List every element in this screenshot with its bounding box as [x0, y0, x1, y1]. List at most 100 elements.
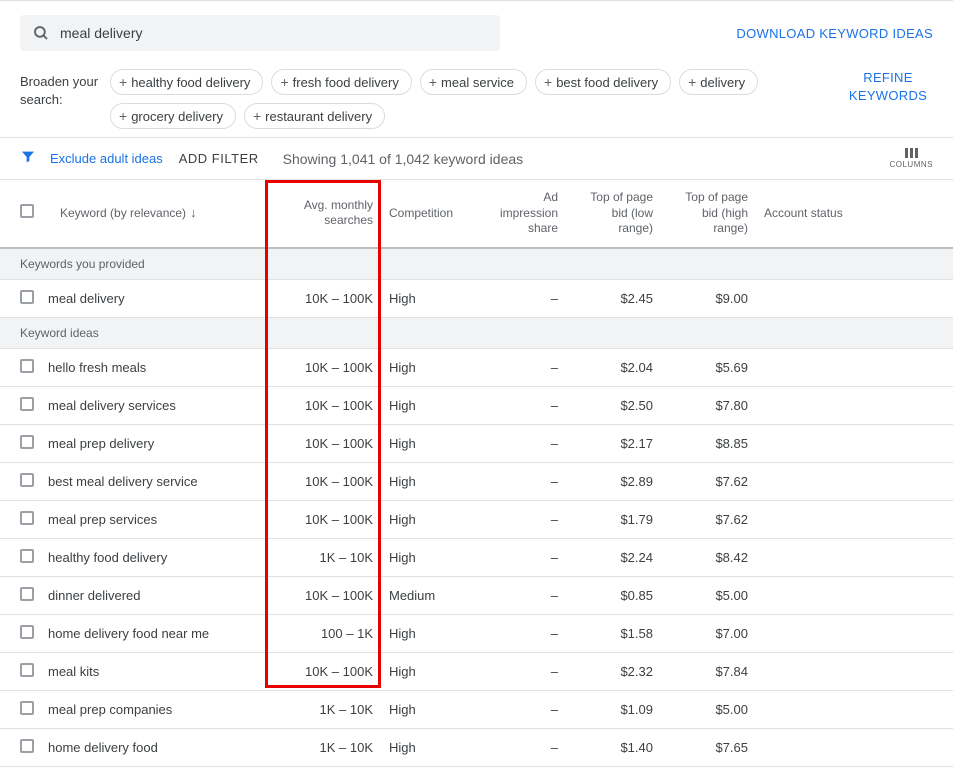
keyword-cell[interactable]: meal delivery services [40, 386, 265, 424]
row-checkbox[interactable] [0, 576, 40, 614]
broaden-chip[interactable]: +healthy food delivery [110, 69, 263, 95]
low-bid-cell: $0.85 [566, 576, 661, 614]
col-ad-impression[interactable]: Ad impression share [476, 180, 566, 248]
account-status-cell [756, 614, 953, 652]
competition-cell: High [381, 728, 476, 766]
high-bid-cell: $7.80 [661, 386, 756, 424]
competition-cell: High [381, 652, 476, 690]
row-checkbox[interactable] [0, 500, 40, 538]
row-checkbox[interactable] [0, 690, 40, 728]
row-checkbox[interactable] [0, 279, 40, 317]
row-checkbox[interactable] [0, 538, 40, 576]
table-row: meal prep delivery10K – 100KHigh–$2.17$8… [0, 424, 953, 462]
avg-searches-cell: 10K – 100K [265, 424, 381, 462]
low-bid-cell: $2.45 [566, 279, 661, 317]
broaden-chip[interactable]: +restaurant delivery [244, 103, 385, 129]
table-row: dinner delivered10K – 100KMedium–$0.85$5… [0, 576, 953, 614]
row-checkbox[interactable] [0, 652, 40, 690]
keyword-cell[interactable]: healthy food delivery [40, 538, 265, 576]
row-checkbox[interactable] [0, 614, 40, 652]
col-competition[interactable]: Competition [381, 180, 476, 248]
refine-keywords-button[interactable]: REFINE KEYWORDS [843, 69, 933, 105]
account-status-cell [756, 728, 953, 766]
columns-button[interactable]: COLUMNS [889, 148, 933, 169]
high-bid-cell: $7.00 [661, 614, 756, 652]
keyword-cell[interactable]: meal kits [40, 652, 265, 690]
ad-impression-cell: – [476, 652, 566, 690]
row-checkbox[interactable] [0, 462, 40, 500]
keyword-cell[interactable]: best meal delivery service [40, 462, 265, 500]
table-header-row: Keyword (by relevance)↓ Avg. monthly sea… [0, 180, 953, 248]
low-bid-cell: $2.50 [566, 386, 661, 424]
keyword-cell[interactable]: meal prep companies [40, 690, 265, 728]
filter-icon[interactable] [20, 149, 36, 168]
high-bid-cell: $7.65 [661, 728, 756, 766]
ad-impression-cell: – [476, 348, 566, 386]
header-section: meal delivery DOWNLOAD KEYWORD IDEAS Bro… [0, 0, 953, 138]
account-status-cell [756, 424, 953, 462]
table-row: hello fresh meals10K – 100KHigh–$2.04$5.… [0, 348, 953, 386]
keyword-cell[interactable]: meal delivery [40, 279, 265, 317]
broaden-chip[interactable]: +meal service [420, 69, 527, 95]
broaden-search-label: Broaden your search: [20, 69, 110, 109]
keyword-cell[interactable]: meal prep services [40, 500, 265, 538]
high-bid-cell: $5.00 [661, 690, 756, 728]
col-keyword[interactable]: Keyword (by relevance)↓ [40, 180, 265, 248]
row-checkbox[interactable] [0, 386, 40, 424]
download-keyword-ideas-button[interactable]: DOWNLOAD KEYWORD IDEAS [736, 26, 933, 41]
broaden-chip[interactable]: +fresh food delivery [271, 69, 411, 95]
account-status-cell [756, 690, 953, 728]
low-bid-cell: $1.09 [566, 690, 661, 728]
competition-cell: High [381, 279, 476, 317]
plus-icon: + [253, 108, 261, 124]
search-input[interactable]: meal delivery [20, 15, 500, 51]
plus-icon: + [688, 74, 696, 90]
keyword-cell[interactable]: home delivery food [40, 728, 265, 766]
row-checkbox[interactable] [0, 728, 40, 766]
low-bid-cell: $2.32 [566, 652, 661, 690]
ad-impression-cell: – [476, 690, 566, 728]
account-status-cell [756, 279, 953, 317]
keyword-cell[interactable]: hello fresh meals [40, 348, 265, 386]
col-account-status[interactable]: Account status [756, 180, 953, 248]
account-status-cell [756, 538, 953, 576]
add-filter-button[interactable]: ADD FILTER [179, 151, 259, 166]
exclude-adult-ideas-link[interactable]: Exclude adult ideas [50, 151, 163, 166]
table-row: meal delivery10K – 100KHigh–$2.45$9.00 [0, 279, 953, 317]
table-row: healthy food delivery1K – 10KHigh–$2.24$… [0, 538, 953, 576]
competition-cell: High [381, 348, 476, 386]
avg-searches-cell: 10K – 100K [265, 462, 381, 500]
keyword-cell[interactable]: dinner delivered [40, 576, 265, 614]
broaden-chip[interactable]: +grocery delivery [110, 103, 236, 129]
col-low-bid[interactable]: Top of page bid (low range) [566, 180, 661, 248]
table-row: best meal delivery service10K – 100KHigh… [0, 462, 953, 500]
high-bid-cell: $8.42 [661, 538, 756, 576]
select-all-checkbox[interactable] [0, 180, 40, 248]
col-avg-searches[interactable]: Avg. monthly searches [265, 180, 381, 248]
ad-impression-cell: – [476, 386, 566, 424]
avg-searches-cell: 10K – 100K [265, 576, 381, 614]
ad-impression-cell: – [476, 424, 566, 462]
table-row: meal prep companies1K – 10KHigh–$1.09$5.… [0, 690, 953, 728]
avg-searches-cell: 10K – 100K [265, 279, 381, 317]
ad-impression-cell: – [476, 500, 566, 538]
table-row: meal prep services10K – 100KHigh–$1.79$7… [0, 500, 953, 538]
table-row: meal kits10K – 100KHigh–$2.32$7.84 [0, 652, 953, 690]
keyword-cell[interactable]: meal prep delivery [40, 424, 265, 462]
competition-cell: High [381, 462, 476, 500]
row-checkbox[interactable] [0, 424, 40, 462]
filter-bar: Exclude adult ideas ADD FILTER Showing 1… [0, 138, 953, 180]
col-high-bid[interactable]: Top of page bid (high range) [661, 180, 756, 248]
ad-impression-cell: – [476, 576, 566, 614]
high-bid-cell: $5.00 [661, 576, 756, 614]
ad-impression-cell: – [476, 538, 566, 576]
search-icon [32, 24, 50, 42]
competition-cell: High [381, 386, 476, 424]
broaden-chip[interactable]: +delivery [679, 69, 758, 95]
high-bid-cell: $9.00 [661, 279, 756, 317]
broaden-chip[interactable]: +best food delivery [535, 69, 671, 95]
row-checkbox[interactable] [0, 348, 40, 386]
ad-impression-cell: – [476, 279, 566, 317]
competition-cell: High [381, 614, 476, 652]
keyword-cell[interactable]: home delivery food near me [40, 614, 265, 652]
